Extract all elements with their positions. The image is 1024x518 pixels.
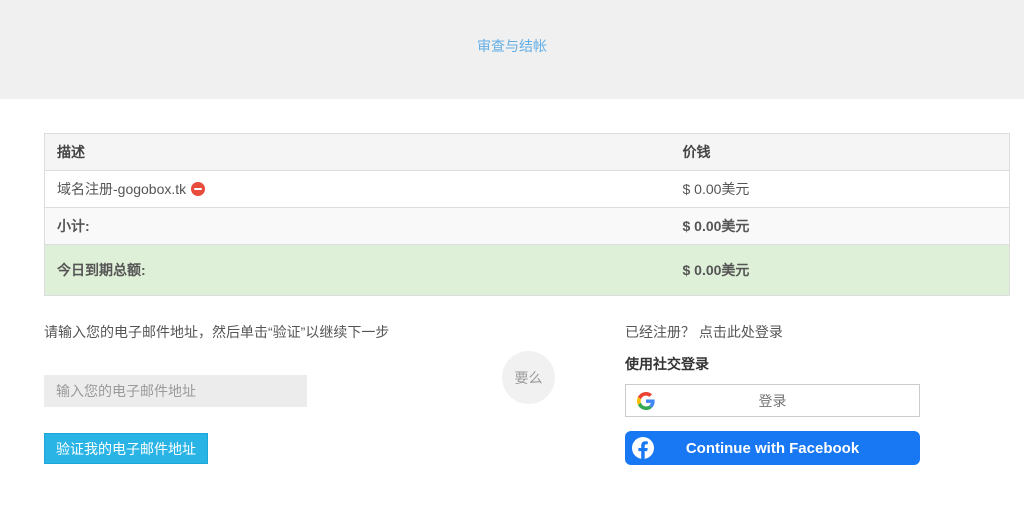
table-row-domain: 域名注册-gogobox.tk $ 0.00美元 (44, 170, 1010, 208)
email-instruction: 请输入您的电子邮件地址，然后单击“验证”以继续下一步 (44, 324, 390, 340)
table-row-subtotal: 小计: $ 0.00美元 (44, 207, 1010, 245)
topbar: 审查与结帐 (0, 0, 1024, 99)
facebook-login-button[interactable]: Continue with Facebook (625, 431, 920, 465)
social-login-title: 使用社交登录 (625, 356, 709, 372)
google-icon (637, 392, 655, 410)
email-input[interactable] (44, 375, 307, 407)
facebook-icon (632, 437, 654, 459)
already-registered-login-link[interactable]: 已经注册？ 点击此处登录 (625, 322, 783, 342)
subtotal-price: $ 0.00美元 (670, 207, 1010, 245)
google-login-button[interactable]: 登录 (625, 384, 920, 417)
or-divider: 要么 (502, 351, 555, 404)
total-due-label: 今日到期总额: (44, 244, 671, 296)
remove-item-icon[interactable] (191, 182, 206, 196)
description-column-header: 描述 (44, 133, 671, 171)
checkout-page: 审查与结帐 描述 价钱 域名注册-gogobox.tk $ 0.00美元 小计:… (0, 0, 1024, 518)
domain-item-price: $ 0.00美元 (670, 170, 1010, 208)
domain-item-cell: 域名注册-gogobox.tk (44, 170, 671, 208)
or-label: 要么 (514, 369, 543, 386)
review-checkout-link[interactable]: 审查与结帐 (477, 36, 547, 56)
table-header-row: 描述 价钱 (44, 133, 1010, 171)
subtotal-label: 小计: (44, 207, 671, 245)
domain-item-label: 域名注册-gogobox.tk (57, 181, 187, 197)
facebook-login-label: Continue with Facebook (685, 439, 860, 457)
total-due-price: $ 0.00美元 (670, 244, 1010, 296)
google-login-label: 登录 (758, 392, 787, 409)
verify-email-button[interactable]: 验证我的电子邮件地址 (44, 433, 208, 464)
table-row-total-due: 今日到期总额: $ 0.00美元 (44, 244, 1010, 296)
order-summary-table: 描述 价钱 域名注册-gogobox.tk $ 0.00美元 小计: $ 0.0… (44, 133, 1010, 296)
price-column-header: 价钱 (670, 133, 1010, 171)
